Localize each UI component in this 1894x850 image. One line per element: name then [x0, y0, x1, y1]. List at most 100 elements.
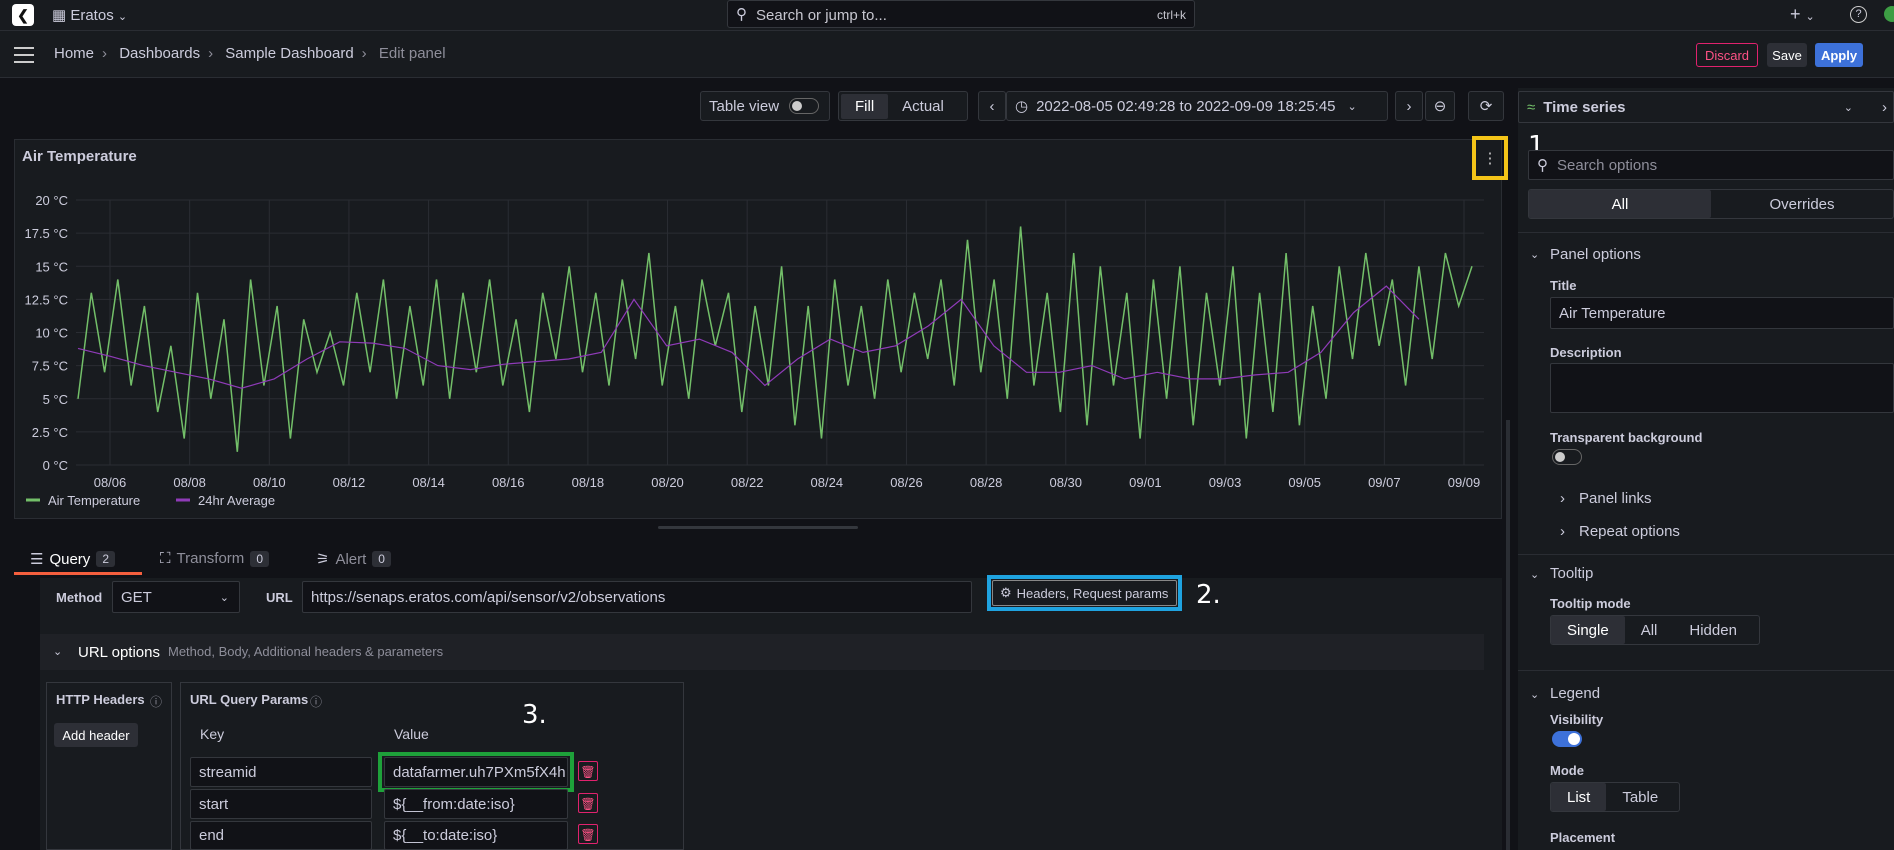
legend-header[interactable]: Legend	[1550, 685, 1600, 702]
org-switcher[interactable]: ▦ Eratos ⌄	[52, 6, 127, 24]
param-key-input[interactable]: end	[190, 821, 372, 850]
discard-button[interactable]: Discard	[1696, 43, 1758, 67]
transparent-toggle[interactable]	[1552, 449, 1582, 465]
legend-list[interactable]: List	[1551, 783, 1607, 811]
gear-icon: ⚙	[1000, 585, 1012, 600]
time-back-button[interactable]: ‹	[978, 91, 1006, 121]
key-column-header: Key	[200, 726, 225, 742]
url-value: https://senaps.eratos.com/api/sensor/v2/…	[311, 588, 666, 606]
tooltip-header[interactable]: Tooltip	[1550, 565, 1593, 582]
param-key-input[interactable]: streamid	[190, 757, 372, 787]
trash-icon[interactable]: 🗑	[578, 793, 598, 813]
breadcrumb-dashboards[interactable]: Dashboards	[119, 45, 200, 62]
toggle-switch[interactable]	[789, 98, 820, 114]
method-select[interactable]: GET ⌄	[112, 581, 240, 613]
title-value: Air Temperature	[1559, 304, 1666, 322]
trash-icon[interactable]: 🗑	[578, 761, 598, 781]
x-tick-label: 09/03	[1209, 475, 1242, 490]
x-tick-label: 09/01	[1129, 475, 1162, 490]
tab-transform[interactable]: ⛶ Transform 0	[160, 550, 269, 567]
headers-params-button[interactable]: ⚙ Headers, Request params	[992, 580, 1177, 606]
avatar[interactable]	[1884, 6, 1894, 22]
tab-all[interactable]: All	[1529, 190, 1711, 218]
placement-label: Placement	[1550, 830, 1616, 845]
refresh-button[interactable]: ⟳	[1468, 91, 1504, 121]
description-input[interactable]	[1550, 363, 1894, 413]
annotation-2: 2.	[1196, 580, 1221, 610]
tab-alert[interactable]: ⚞ Alert 0	[316, 550, 391, 568]
chevron-down-icon: ⌄	[1530, 569, 1540, 581]
query-count-badge: 2	[96, 551, 115, 567]
y-tick-label: 12.5 °C	[24, 292, 68, 307]
visibility-label: Visibility	[1550, 712, 1604, 727]
fill-option[interactable]: Fill	[841, 93, 889, 119]
y-tick-label: 5 °C	[43, 392, 68, 407]
visibility-toggle[interactable]	[1552, 731, 1582, 747]
url-options-desc: Method, Body, Additional headers & param…	[168, 644, 444, 659]
legend-mode-group: List Table	[1550, 782, 1680, 812]
help-icon[interactable]: ?	[1850, 6, 1867, 23]
add-header-button[interactable]: Add header	[54, 723, 138, 747]
title-input[interactable]: Air Temperature	[1550, 297, 1894, 329]
refresh-icon: ⟳	[1479, 98, 1493, 115]
description-label: Description	[1550, 345, 1622, 360]
chevron-left-icon: ‹	[989, 97, 995, 115]
grafana-logo-icon[interactable]: ❮	[12, 4, 34, 26]
time-range-picker[interactable]: ◷ 2022-08-05 02:49:28 to 2022-09-09 18:2…	[1006, 91, 1388, 121]
y-tick-label: 10 °C	[35, 326, 68, 341]
zoom-out-button[interactable]: ⊖	[1425, 91, 1455, 121]
query-scrollbar[interactable]	[1506, 420, 1510, 850]
search-icon: ⚲	[1537, 157, 1548, 174]
menu-icon[interactable]	[14, 47, 34, 63]
tooltip-all[interactable]: All	[1625, 616, 1674, 644]
search-options-input[interactable]: ⚲ Search options	[1528, 150, 1894, 180]
divider	[1518, 554, 1894, 555]
apply-button[interactable]: Apply	[1815, 43, 1863, 67]
param-value-input[interactable]: ${__to:date:iso}	[384, 821, 568, 850]
bell-icon: ⚞	[316, 551, 330, 568]
tooltip-hidden[interactable]: Hidden	[1673, 616, 1753, 644]
pane-splitter[interactable]	[658, 526, 858, 529]
repeat-options-header[interactable]: Repeat options	[1579, 523, 1680, 540]
chevron-down-icon: ⌄	[1530, 249, 1540, 261]
y-tick-label: 2.5 °C	[32, 425, 68, 440]
info-icon: ⓘ	[150, 695, 163, 709]
org-name: Eratos	[70, 7, 114, 24]
breadcrumb-dashboard[interactable]: Sample Dashboard	[225, 45, 353, 62]
search-icon: ⚲	[736, 6, 747, 23]
search-shortcut: ctrl+k	[1156, 8, 1186, 22]
breadcrumb-home[interactable]: Home	[54, 45, 94, 62]
trash-icon[interactable]: 🗑	[578, 824, 598, 844]
param-key-input[interactable]: start	[190, 789, 372, 819]
save-button[interactable]: Save	[1767, 43, 1807, 67]
panel-links-header[interactable]: Panel links	[1579, 490, 1652, 507]
visualization-name: Time series	[1543, 98, 1626, 116]
param-value-input[interactable]: datafarmer.uh7PXm5fX4h	[384, 757, 568, 787]
x-tick-label: 08/16	[492, 475, 525, 490]
visualization-picker[interactable]: ≈ Time series ⌄ ›	[1518, 91, 1894, 123]
panel-menu-button[interactable]: ⋮	[1472, 136, 1508, 180]
time-forward-button[interactable]: ›	[1395, 91, 1423, 121]
search-bar[interactable]: ⚲ Search or jump to... ctrl+k	[727, 0, 1195, 28]
y-tick-label: 17.5 °C	[24, 226, 68, 241]
panel-options-header[interactable]: Panel options	[1550, 246, 1641, 263]
tab-transform-label: Transform	[176, 550, 245, 567]
tooltip-single[interactable]: Single	[1551, 616, 1625, 644]
table-view-label: Table view	[709, 97, 780, 115]
alert-count-badge: 0	[372, 551, 391, 567]
plus-icon[interactable]: + ⌄	[1790, 4, 1815, 25]
url-options-title: URL options	[78, 644, 160, 661]
tab-query[interactable]: ☰ Query 2	[30, 550, 115, 568]
legend-table[interactable]: Table	[1606, 783, 1674, 811]
fill-actual-toggle: Fill Actual	[838, 91, 968, 121]
actual-option[interactable]: Actual	[888, 94, 958, 119]
url-input[interactable]: https://senaps.eratos.com/api/sensor/v2/…	[302, 581, 972, 613]
table-view-toggle[interactable]: Table view	[700, 91, 830, 121]
title-label: Title	[1550, 278, 1577, 293]
options-tabs: All Overrides	[1528, 189, 1894, 219]
zoom-out-icon: ⊖	[1433, 98, 1447, 115]
tab-overrides[interactable]: Overrides	[1711, 190, 1893, 218]
mode-label: Mode	[1550, 763, 1584, 778]
param-value-input[interactable]: ${__from:date:iso}	[384, 789, 568, 819]
x-tick-label: 08/18	[572, 475, 605, 490]
